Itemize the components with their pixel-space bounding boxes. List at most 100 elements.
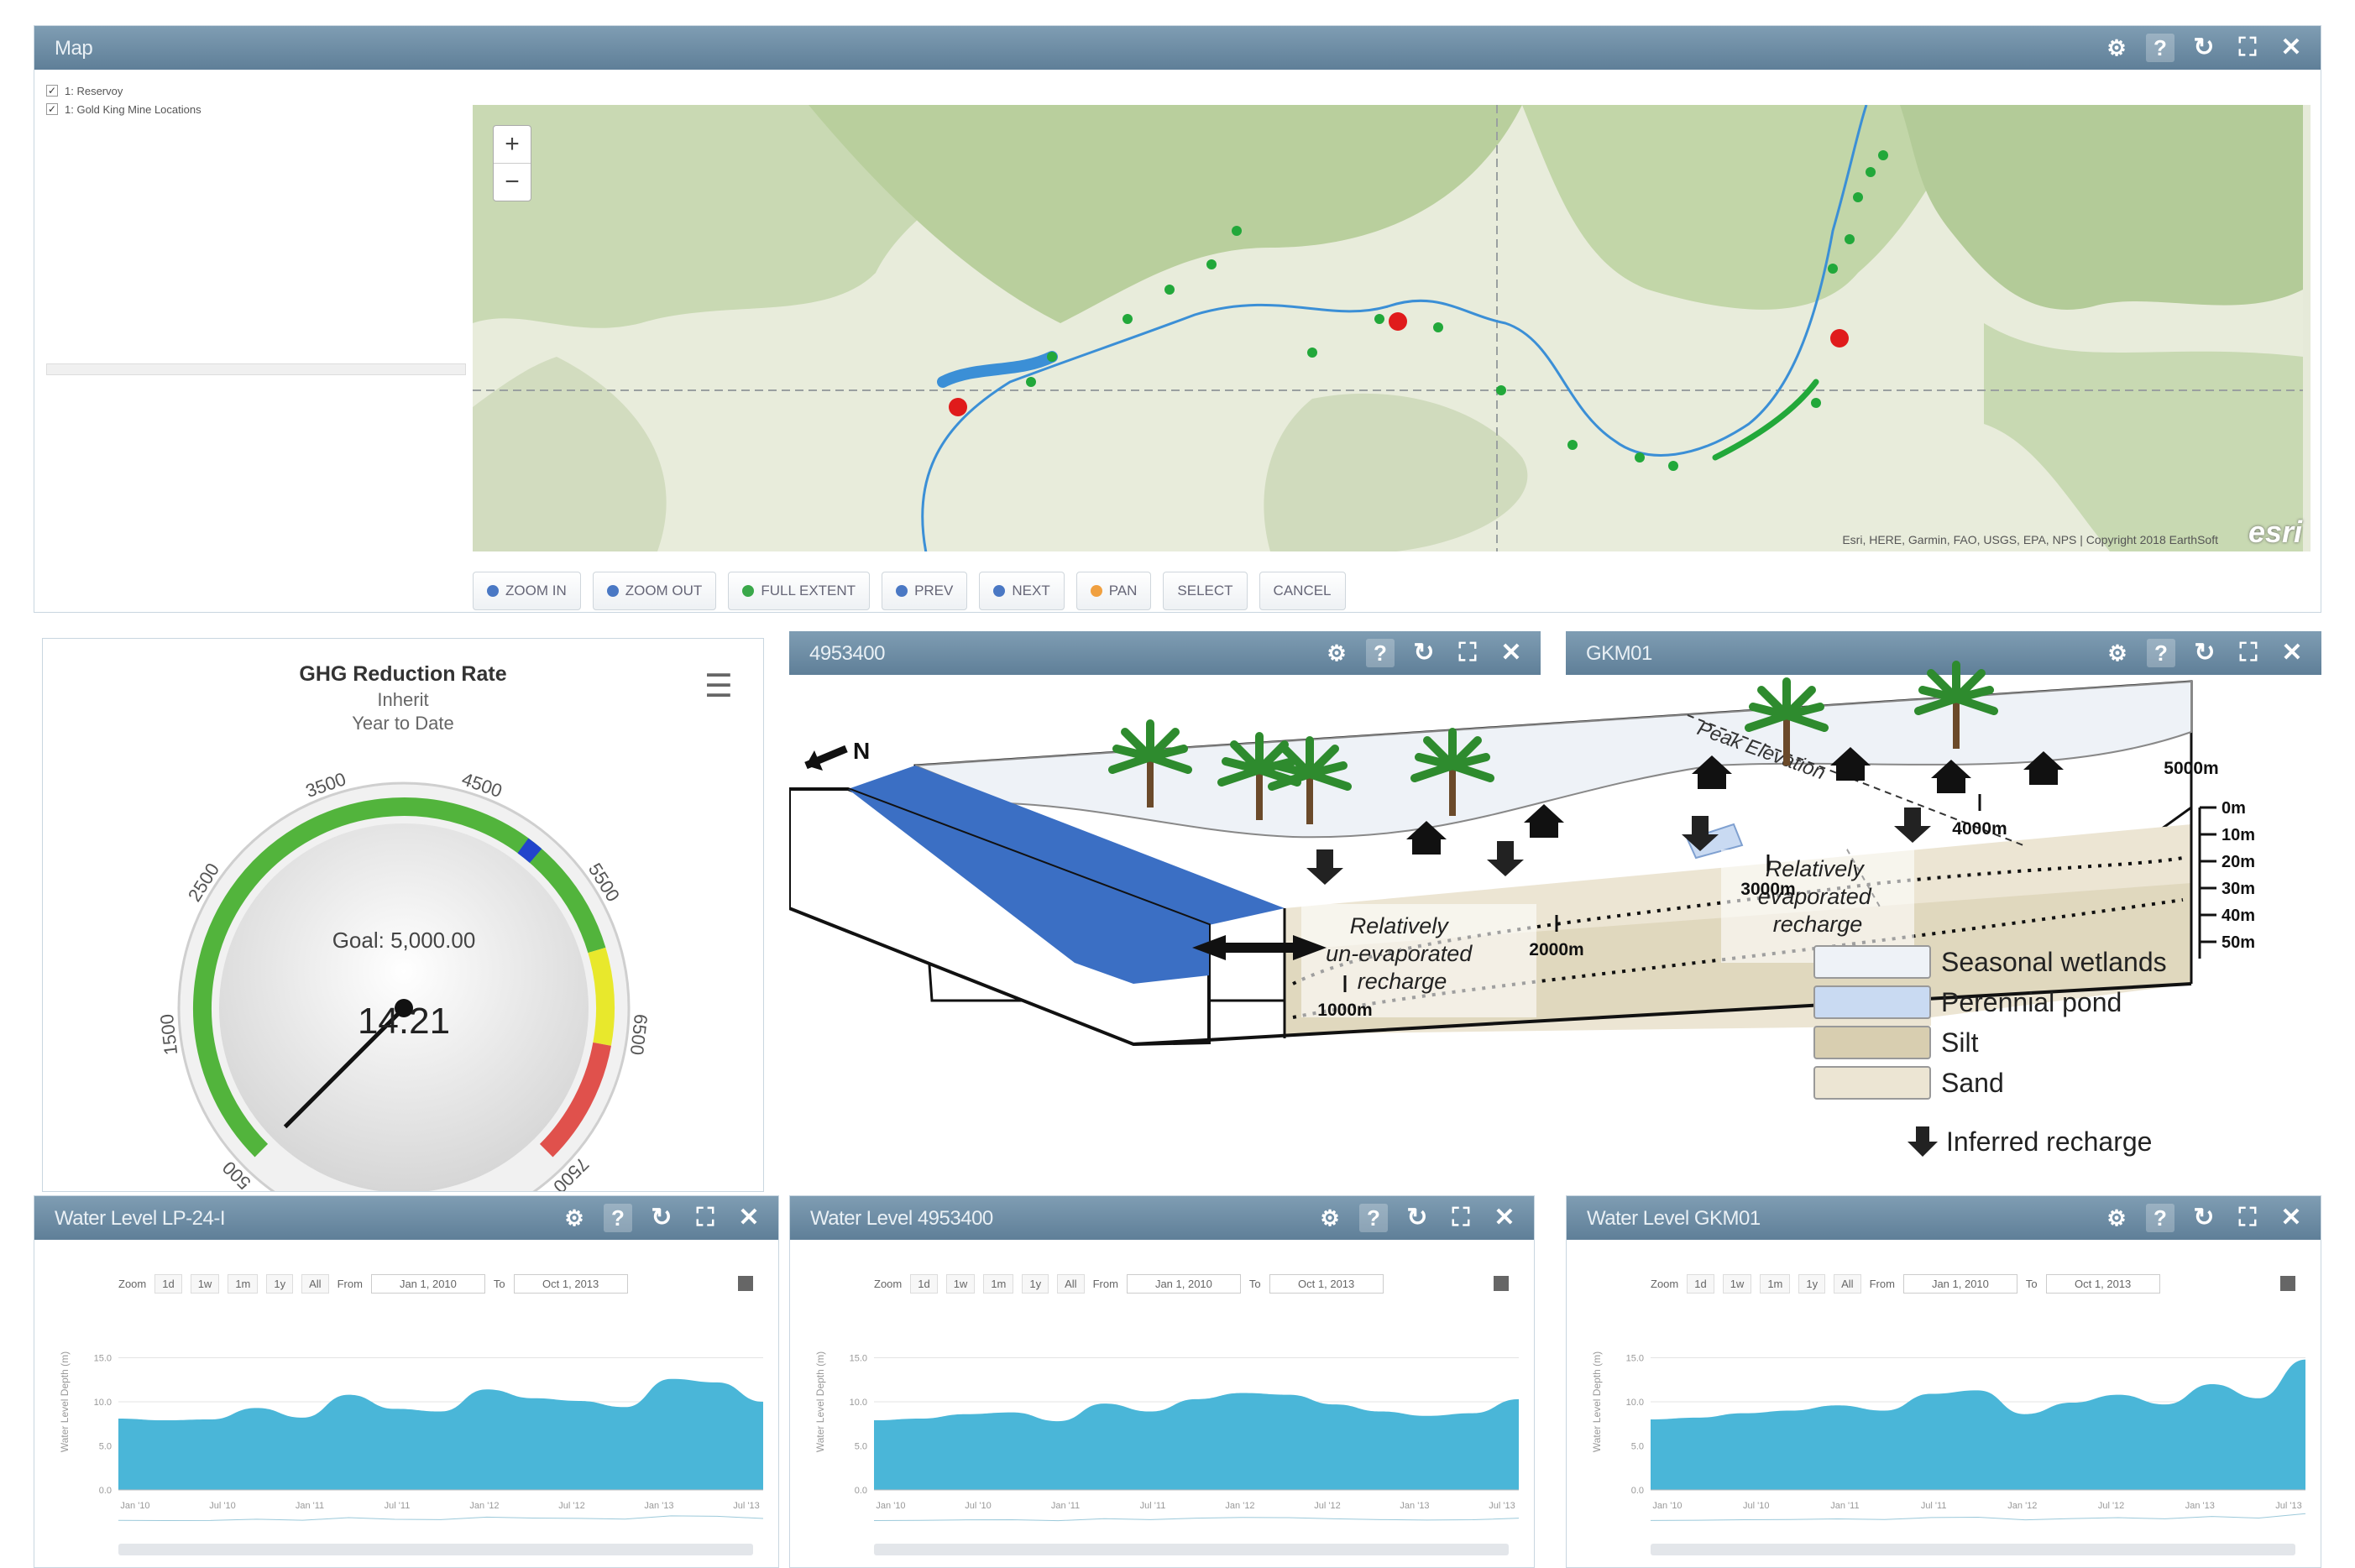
hand-icon bbox=[1090, 585, 1102, 597]
navigator-series bbox=[118, 1515, 764, 1522]
x-tick-label: Jan '10 bbox=[876, 1501, 905, 1511]
cancel-button[interactable]: CANCEL bbox=[1259, 572, 1346, 610]
x-tick-label: Jan '13 bbox=[1400, 1501, 1429, 1511]
x-tick-label: Jul '13 bbox=[2275, 1501, 2301, 1511]
zoom-out-icon[interactable]: − bbox=[494, 163, 531, 201]
magnifier-icon bbox=[896, 585, 908, 597]
legend-recharge-label: Inferred recharge bbox=[1946, 1126, 2153, 1157]
distance-label: 4000m bbox=[1952, 819, 2007, 839]
distance-label: 1000m bbox=[1317, 1001, 1372, 1020]
x-tick-label: Jul '12 bbox=[2098, 1501, 2124, 1511]
select-button[interactable]: SELECT bbox=[1163, 572, 1248, 610]
navigator-series bbox=[1650, 1513, 2306, 1521]
zoom-out-label: ZOOM OUT bbox=[625, 583, 703, 598]
x-tick-label: Jul '13 bbox=[1489, 1501, 1515, 1511]
zoom-in-icon[interactable]: + bbox=[494, 126, 531, 163]
gear-icon[interactable]: ⚙ bbox=[2102, 34, 2131, 62]
full-extent-button[interactable]: FULL EXTENT bbox=[728, 572, 871, 610]
water-level-chart: 0.0 5.0 10.0 15.0 Water Level Depth (m) Jan '… bbox=[814, 1351, 1520, 1522]
x-tick-label: Jul '12 bbox=[558, 1501, 584, 1511]
legend-item: Sand bbox=[1813, 1063, 2167, 1103]
zoom-control: + − bbox=[493, 125, 531, 201]
y-axis-label: Water Level Depth (m) bbox=[1591, 1351, 1603, 1452]
x-tick-label: Jul '11 bbox=[1140, 1501, 1166, 1511]
zoom-in-button[interactable]: ZOOM IN bbox=[473, 572, 581, 610]
x-tick-label: Jan '11 bbox=[1051, 1501, 1080, 1511]
prev-button[interactable]: PREV bbox=[882, 572, 968, 610]
close-icon[interactable]: ✕ bbox=[2277, 34, 2305, 62]
layer-list: ✓ 1: Reservoy ✓ 1: Gold King Mine Locati… bbox=[46, 81, 466, 118]
distance-label: 2000m bbox=[1529, 940, 1583, 959]
legend-swatch bbox=[1813, 1026, 1931, 1059]
pan-button[interactable]: PAN bbox=[1075, 572, 1152, 610]
layer-label: 1: Reservoy bbox=[65, 84, 123, 97]
water-level-panel: Water Level 4953400 ⚙ ? ↻ ⛶ ✕ Zoom 1d 1w… bbox=[789, 1195, 1535, 1568]
map-titlebar: Map ⚙ ? ↻ ⛶ ✕ bbox=[34, 26, 2321, 70]
x-tick-label: Jan '13 bbox=[2185, 1501, 2215, 1511]
left-annotation-line: un-evaporated bbox=[1326, 941, 1473, 966]
north-arrow: N bbox=[804, 738, 870, 771]
x-tick-label: Jul '10 bbox=[1743, 1501, 1769, 1511]
legend-label: Seasonal wetlands bbox=[1941, 946, 2167, 977]
legend-label: Perennial pond bbox=[1941, 986, 2122, 1017]
x-tick-label: Jan '12 bbox=[469, 1501, 499, 1511]
layer-item[interactable]: ✓ 1: Gold King Mine Locations bbox=[46, 100, 466, 118]
y-tick-label: 15.0 bbox=[850, 1354, 867, 1364]
next-button[interactable]: NEXT bbox=[979, 572, 1065, 610]
x-tick-label: Jan '11 bbox=[1830, 1501, 1859, 1511]
x-tick-label: Jan '10 bbox=[120, 1501, 149, 1511]
select-label: SELECT bbox=[1177, 583, 1233, 598]
x-tick-label: Jan '10 bbox=[1652, 1501, 1682, 1511]
water-level-area bbox=[1651, 1359, 2305, 1490]
full-extent-label: FULL EXTENT bbox=[761, 583, 856, 598]
layer-scrollbar[interactable] bbox=[46, 363, 466, 375]
gauge-tick-label: 6500 bbox=[626, 1013, 652, 1056]
cancel-label: CANCEL bbox=[1273, 583, 1332, 598]
x-tick-label: Jan '11 bbox=[296, 1501, 324, 1511]
north-label: N bbox=[853, 738, 870, 764]
x-tick-label: Jan '13 bbox=[644, 1501, 673, 1511]
diagram-legend: Seasonal wetlands Perennial pond Silt Sa… bbox=[1813, 942, 2167, 1103]
gauge-chart: 500150025003500 4500550065007500 Goal: 5,… bbox=[156, 768, 652, 1191]
legend-label: Silt bbox=[1941, 1027, 1979, 1058]
down-arrow-icon bbox=[1908, 1126, 1938, 1157]
chart-navigator-scrollbar[interactable] bbox=[874, 1544, 1509, 1555]
map-terrain bbox=[473, 105, 2303, 551]
magnifier-icon bbox=[606, 585, 619, 597]
x-tick-label: Jul '11 bbox=[1921, 1501, 1947, 1511]
water-level-area bbox=[874, 1393, 1519, 1490]
y-tick-label: 0.0 bbox=[1631, 1486, 1644, 1496]
y-tick-label: 5.0 bbox=[99, 1442, 112, 1452]
distance-label: 3000m bbox=[1740, 880, 1795, 899]
layer-item[interactable]: ✓ 1: Reservoy bbox=[46, 81, 466, 100]
chart-navigator-scrollbar[interactable] bbox=[1651, 1544, 2295, 1555]
refresh-icon[interactable]: ↻ bbox=[2190, 34, 2218, 62]
maximize-icon[interactable]: ⛶ bbox=[2233, 34, 2262, 62]
x-tick-label: Jan '12 bbox=[2007, 1501, 2037, 1511]
legend-item: Seasonal wetlands bbox=[1813, 942, 2167, 982]
help-icon[interactable]: ? bbox=[2146, 34, 2174, 62]
y-axis-label: Water Level Depth (m) bbox=[814, 1351, 826, 1452]
diagram-panel: 4953400 ⚙ ? ↻ ⛶ ✕ GKM01 ⚙ ? ↻ ⛶ ✕ Peak E… bbox=[789, 631, 2321, 1192]
right-annotation-line: recharge bbox=[1773, 912, 1863, 937]
magnifier-icon bbox=[993, 585, 1006, 597]
legend-item: Perennial pond bbox=[1813, 982, 2167, 1022]
y-axis-label: Water Level Depth (m) bbox=[59, 1351, 71, 1452]
map-canvas[interactable]: + − Esri, HERE, Garmin, FAO, USGS, EPA, … bbox=[473, 105, 2311, 551]
gauge-value: 14.21 bbox=[358, 1001, 450, 1042]
chart-navigator-scrollbar[interactable] bbox=[118, 1544, 753, 1555]
y-tick-label: 0.0 bbox=[855, 1486, 867, 1496]
layer-checkbox[interactable]: ✓ bbox=[46, 85, 58, 97]
y-tick-label: 5.0 bbox=[1631, 1442, 1644, 1452]
gauge-tick-label: 1500 bbox=[156, 1013, 181, 1056]
gauge-goal-marker bbox=[517, 838, 542, 863]
legend-swatch bbox=[1813, 1066, 1931, 1100]
depth-label: 10m bbox=[2222, 826, 2255, 844]
distance-label: 5000m bbox=[2164, 759, 2218, 778]
depth-label: 40m bbox=[2222, 907, 2255, 925]
zoom-in-label: ZOOM IN bbox=[505, 583, 567, 598]
layer-checkbox[interactable]: ✓ bbox=[46, 103, 58, 115]
prev-label: PREV bbox=[914, 583, 954, 598]
zoom-out-button[interactable]: ZOOM OUT bbox=[592, 572, 717, 610]
y-tick-label: 0.0 bbox=[99, 1486, 112, 1496]
